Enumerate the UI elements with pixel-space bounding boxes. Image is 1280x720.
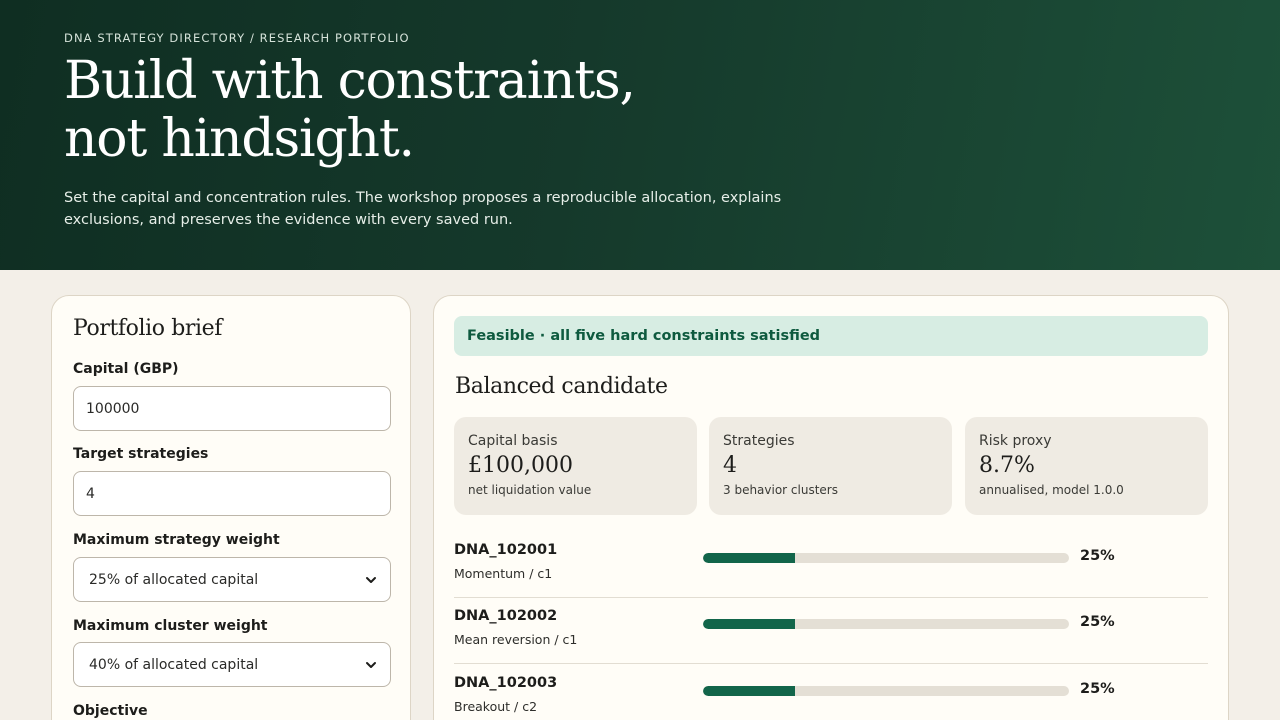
portfolio-brief-panel: Portfolio brief Capital (GBP) 100000 Tar… <box>51 295 411 720</box>
objective-label: Objective <box>73 703 148 719</box>
max-cluster-weight-label: Maximum cluster weight <box>73 618 268 634</box>
target-strategies-input[interactable]: 4 <box>73 471 391 516</box>
weight-bar-track <box>703 553 1069 563</box>
stat-value: 4 <box>723 453 737 478</box>
stat-label: Strategies <box>723 433 795 449</box>
candidate-title: Balanced candidate <box>455 374 668 399</box>
weight-bar-fill <box>703 553 795 563</box>
stat-subtext: annualised, model 1.0.0 <box>979 483 1124 497</box>
strategy-id: DNA_102002 <box>454 608 558 624</box>
max-strategy-weight-select[interactable]: 25% of allocated capital <box>73 557 391 602</box>
stat-subtext: 3 behavior clusters <box>723 483 838 497</box>
page-title-line-2: not hindsight. <box>64 109 415 169</box>
target-strategies-label: Target strategies <box>73 446 209 462</box>
allocation-row: DNA_102001 Momentum / c1 25% <box>454 532 1208 598</box>
stat-value: 8.7% <box>979 453 1035 478</box>
allocation-results-panel: Feasible · all five hard constraints sat… <box>433 295 1229 720</box>
capital-input-value: 100000 <box>86 400 140 417</box>
weight-percent: 25% <box>1080 548 1115 564</box>
stat-card-strategies: Strategies 4 3 behavior clusters <box>709 417 952 515</box>
stat-subtext: net liquidation value <box>468 483 592 497</box>
chevron-down-icon <box>366 576 376 583</box>
capital-input[interactable]: 100000 <box>73 386 391 431</box>
allocation-row: DNA_102002 Mean reversion / c1 25% <box>454 598 1208 664</box>
target-strategies-input-value: 4 <box>86 485 95 502</box>
feasibility-status-banner: Feasible · all five hard constraints sat… <box>454 316 1208 356</box>
page-title: Build with constraints, not hindsight. <box>64 52 764 168</box>
weight-bar-track <box>703 619 1069 629</box>
strategy-id: DNA_102001 <box>454 542 558 558</box>
weight-percent: 25% <box>1080 681 1115 697</box>
allocation-row: DNA_102003 Breakout / c2 25% <box>454 665 1208 720</box>
max-cluster-weight-value: 40% of allocated capital <box>89 656 259 673</box>
page-title-line-1: Build with constraints, <box>64 51 636 111</box>
max-strategy-weight-value: 25% of allocated capital <box>89 571 259 588</box>
max-cluster-weight-select[interactable]: 40% of allocated capital <box>73 642 391 687</box>
stat-card-risk-proxy: Risk proxy 8.7% annualised, model 1.0.0 <box>965 417 1208 515</box>
weight-bar-fill <box>703 619 795 629</box>
capital-label: Capital (GBP) <box>73 361 179 377</box>
strategy-family-cluster: Mean reversion / c1 <box>454 632 578 647</box>
stat-label: Capital basis <box>468 433 558 449</box>
weight-bar-track <box>703 686 1069 696</box>
strategy-id: DNA_102003 <box>454 675 558 691</box>
weight-bar-fill <box>703 686 795 696</box>
strategy-family-cluster: Momentum / c1 <box>454 566 553 581</box>
portfolio-brief-title: Portfolio brief <box>73 316 223 341</box>
hero-description: Set the capital and concentration rules.… <box>64 190 782 228</box>
stat-value: £100,000 <box>468 453 573 478</box>
strategy-family-cluster: Breakout / c2 <box>454 699 538 714</box>
chevron-down-icon <box>366 661 376 668</box>
weight-percent: 25% <box>1080 614 1115 630</box>
stat-card-capital-basis: Capital basis £100,000 net liquidation v… <box>454 417 697 515</box>
max-strategy-weight-label: Maximum strategy weight <box>73 532 280 548</box>
breadcrumb: DNA STRATEGY DIRECTORY / RESEARCH PORTFO… <box>64 31 410 45</box>
hero-banner: DNA STRATEGY DIRECTORY / RESEARCH PORTFO… <box>0 0 1280 270</box>
stat-label: Risk proxy <box>979 433 1052 449</box>
